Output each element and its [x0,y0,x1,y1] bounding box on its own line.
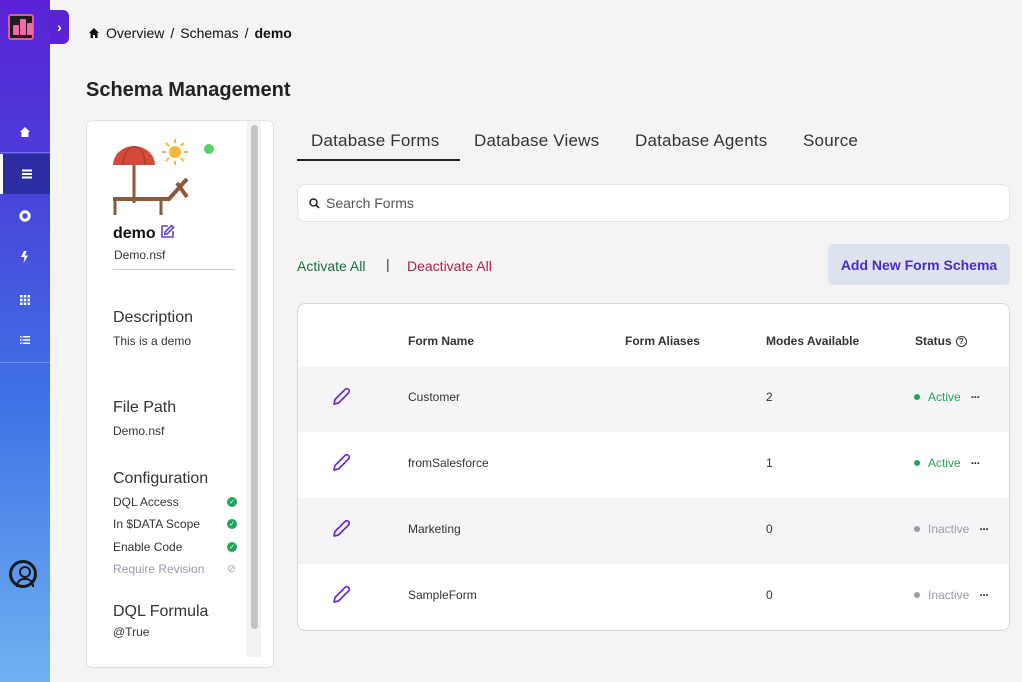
status-text: Inactive [928,588,970,602]
beach-chair-icon [113,139,214,215]
home-icon[interactable] [88,27,100,39]
add-new-form-schema-button[interactable]: Add New Form Schema [828,244,1010,285]
status-badge: Active ··· [914,390,981,404]
list-bullets-icon[interactable] [0,320,50,360]
chevron-right-icon[interactable]: › [50,10,69,44]
table-row[interactable]: Marketing 0 Inactive ··· [298,498,1009,564]
forms-table: Form Name Form Aliases Modes Available S… [297,303,1010,631]
list-icon[interactable] [0,154,50,194]
status-text: Active [928,390,961,404]
breadcrumb: Overview / Schemas / demo [88,25,292,41]
status-dot-icon [914,460,920,466]
breadcrumb-schemas[interactable]: Schemas [180,25,238,41]
status-dot-icon [914,592,920,598]
breadcrumb-separator: / [244,25,249,41]
header-modes-available: Modes Available [766,334,860,348]
scrollbar-thumb[interactable] [251,125,258,629]
more-icon[interactable]: ··· [979,522,989,536]
action-separator: | [386,256,390,272]
table-row[interactable]: SampleForm 0 Inactive ··· [298,564,1009,630]
modes-cell: 1 [766,456,773,470]
form-name-cell: Marketing [408,522,461,536]
page-title: Schema Management [86,79,291,101]
dql-formula-value: @True [113,625,150,639]
header-status: Status? [915,334,967,348]
form-name-cell: SampleForm [408,588,477,602]
schema-details-card: demo Demo.nsf Description This is a demo… [86,120,274,668]
check-icon: ✓ [227,542,237,552]
config-label: DQL Access [113,495,179,509]
check-icon: ✓ [227,497,237,507]
status-text: Inactive [928,522,970,536]
tab-source[interactable]: Source [803,131,858,151]
more-icon[interactable]: ··· [971,456,981,470]
nav-rail [0,0,50,682]
breadcrumb-current: demo [254,25,292,41]
modes-cell: 2 [766,390,773,404]
tab-database-forms[interactable]: Database Forms [311,131,439,151]
status-dot-icon [914,394,920,400]
more-icon[interactable]: ··· [971,390,981,404]
description-label: Description [113,309,194,326]
search-box[interactable] [297,184,1010,222]
pencil-icon[interactable] [330,386,352,408]
table-row[interactable]: Customer 2 Active ··· [298,366,1009,432]
breadcrumb-separator: / [170,25,175,41]
status-text: Active [928,456,961,470]
edit-icon[interactable] [160,224,175,244]
header-form-name: Form Name [408,334,475,348]
status-badge: Active ··· [914,456,981,470]
active-tab-indicator [297,159,460,161]
config-label: In $DATA Scope [113,517,200,531]
config-label: Enable Code [113,540,183,554]
tab-database-agents[interactable]: Database Agents [635,131,767,151]
deactivate-all-link[interactable]: Deactivate All [407,258,492,274]
table-row[interactable]: fromSalesforce 1 Active ··· [298,432,1009,498]
modes-cell: 0 [766,522,773,536]
search-icon [309,197,320,209]
file-path-label: File Path [113,399,177,416]
configuration-label: Configuration [113,470,209,487]
schema-file: Demo.nsf [114,248,166,262]
pencil-icon[interactable] [330,518,352,540]
header-status-label: Status [915,334,952,348]
disabled-icon: ⊘ [227,563,237,575]
activate-all-link[interactable]: Activate All [297,258,365,274]
schema-name-text: demo [113,225,156,242]
app-logo[interactable] [8,14,34,40]
config-enable-code: Enable Code ✓ [113,540,237,554]
schema-name: demo [113,224,175,244]
pencil-icon[interactable] [330,584,352,606]
breadcrumb-overview[interactable]: Overview [106,25,164,41]
header-form-aliases: Form Aliases [625,334,700,348]
config-data-scope: In $DATA Scope ✓ [113,517,237,531]
more-icon[interactable]: ··· [979,588,989,602]
status-badge: Inactive ··· [914,588,989,602]
home-icon[interactable] [0,112,50,152]
pencil-icon[interactable] [330,452,352,474]
user-circle-icon[interactable] [9,560,37,588]
form-name-cell: Customer [408,390,461,404]
modes-cell: 0 [766,588,773,602]
status-dot-icon [914,526,920,532]
divider [113,269,235,270]
tab-database-views[interactable]: Database Views [474,131,599,151]
circle-icon[interactable] [0,196,50,236]
check-icon: ✓ [227,519,237,529]
search-input[interactable] [326,195,926,211]
dql-formula-label: DQL Formula [113,603,209,620]
status-badge: Inactive ··· [914,522,989,536]
help-icon[interactable]: ? [955,336,967,347]
description-value: This is a demo [113,334,192,348]
config-label: Require Revision [113,562,205,576]
bolt-icon[interactable] [0,237,50,277]
config-require-revision: Require Revision ⊘ [113,562,237,576]
file-path-value: Demo.nsf [113,424,165,438]
form-name-cell: fromSalesforce [408,456,489,470]
config-dql-access: DQL Access ✓ [113,495,237,509]
grid-icon[interactable] [0,280,50,320]
